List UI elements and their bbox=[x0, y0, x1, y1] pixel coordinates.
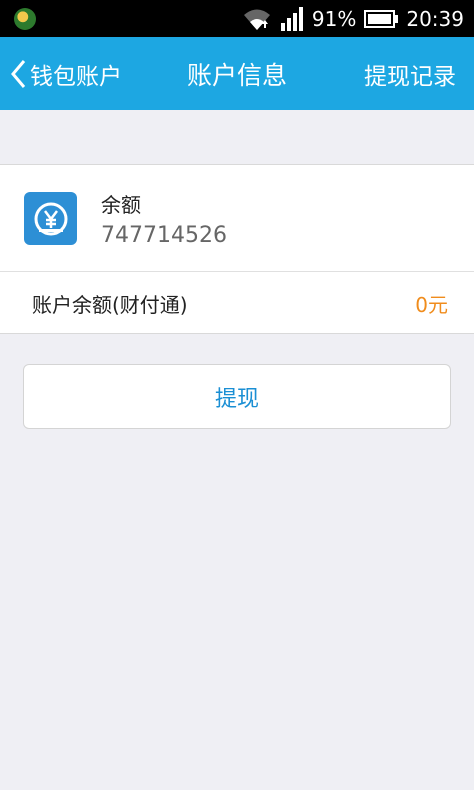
wifi-icon bbox=[242, 6, 272, 32]
battery-icon bbox=[364, 9, 399, 28]
status-bar: 91% 20:39 bbox=[0, 0, 474, 37]
signal-icon bbox=[280, 6, 304, 31]
back-button[interactable]: 钱包账户 bbox=[10, 37, 122, 110]
provider-balance-value: 0元 bbox=[415, 292, 448, 317]
account-number: 747714526 bbox=[101, 223, 227, 248]
withdraw-records-button[interactable]: 提现记录 bbox=[364, 37, 456, 110]
status-right: 91% 20:39 bbox=[242, 6, 464, 32]
yuan-coin-icon bbox=[24, 192, 77, 245]
status-left bbox=[14, 7, 36, 30]
account-card: 余额 747714526 账户余额(财付通) 0元 bbox=[0, 164, 474, 334]
battery-percent: 91% bbox=[311, 6, 357, 31]
title-bar: 钱包账户 账户信息 提现记录 bbox=[0, 37, 474, 110]
provider-balance-row[interactable]: 账户余额(财付通) 0元 bbox=[0, 272, 474, 334]
provider-balance-label: 账户余额(财付通) bbox=[32, 292, 188, 317]
withdraw-button[interactable]: 提现 bbox=[23, 364, 451, 429]
balance-label: 余额 bbox=[101, 193, 141, 217]
chevron-left-icon bbox=[11, 59, 26, 88]
app-notification-icon bbox=[14, 7, 36, 30]
back-button-label: 钱包账户 bbox=[30, 63, 122, 90]
clock: 20:39 bbox=[406, 6, 464, 31]
balance-row: 余额 747714526 bbox=[0, 165, 474, 271]
